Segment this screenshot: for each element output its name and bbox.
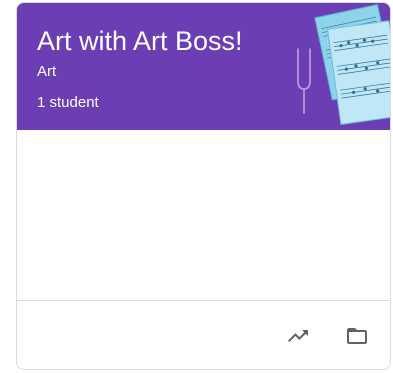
class-section: Art (37, 63, 57, 80)
class-card-body (17, 130, 390, 300)
class-card: Art with Art Boss! Art 1 student (16, 2, 391, 370)
music-sheet-front (327, 20, 390, 125)
class-card-footer (17, 301, 390, 369)
class-card-header[interactable]: Art with Art Boss! Art 1 student (17, 3, 390, 130)
class-folder-button[interactable] (342, 321, 372, 351)
tuning-fork-icon (297, 48, 311, 114)
folder-icon (347, 328, 367, 344)
class-student-count: 1 student (37, 94, 99, 111)
music-sheet-illustration (297, 3, 390, 125)
class-title[interactable]: Art with Art Boss! (37, 25, 243, 57)
gradebook-button[interactable] (283, 321, 313, 351)
trending-up-icon (288, 330, 308, 342)
